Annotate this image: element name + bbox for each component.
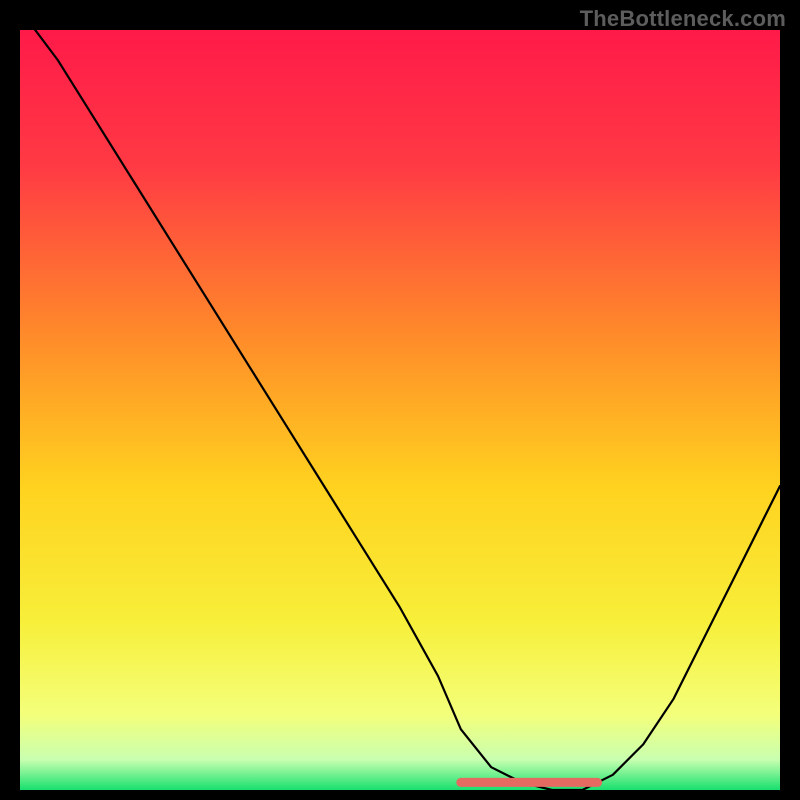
chart-svg: [20, 30, 780, 790]
gradient-background: [20, 30, 780, 790]
chart-container: TheBottleneck.com: [0, 0, 800, 800]
plot-area: [20, 30, 780, 790]
watermark: TheBottleneck.com: [580, 6, 786, 32]
